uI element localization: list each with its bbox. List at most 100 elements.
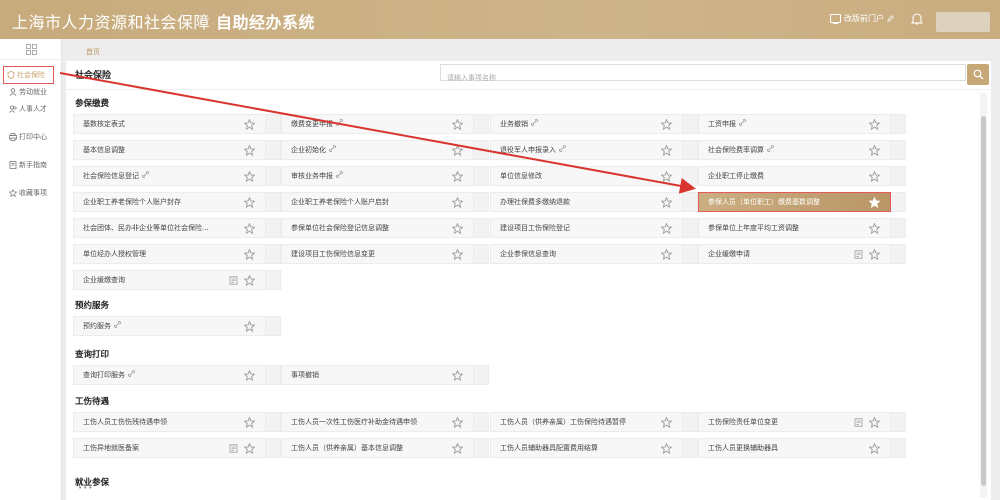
service-tile[interactable]: 企业缓缴申请: [698, 244, 891, 264]
service-tile[interactable]: 工伤人员（供养亲属）工伤保险待遇暂停: [490, 412, 683, 432]
star-icon[interactable]: [244, 274, 255, 286]
breadcrumb[interactable]: 首页: [86, 47, 100, 57]
service-tile[interactable]: 工伤人员一次性工伤医疗补助金待遇申领: [281, 412, 474, 432]
star-icon[interactable]: [452, 118, 463, 130]
star-icon[interactable]: [244, 196, 255, 208]
tile-spacer: [266, 218, 281, 238]
sidebar-item-guide[interactable]: 新手指南: [9, 158, 47, 172]
tile-spacer: [891, 412, 906, 432]
service-tile[interactable]: 缴费变更申报: [281, 114, 474, 134]
star-icon[interactable]: [244, 442, 255, 454]
service-tile[interactable]: 参保单位上年度平均工资调整: [698, 218, 891, 238]
search-box[interactable]: [440, 64, 966, 86]
star-icon[interactable]: [244, 170, 255, 182]
star-icon[interactable]: [452, 369, 463, 381]
search-input[interactable]: [441, 70, 965, 86]
document-icon[interactable]: [229, 275, 238, 285]
star-icon[interactable]: [244, 118, 255, 130]
star-icon[interactable]: [452, 144, 463, 156]
star-icon[interactable]: [452, 222, 463, 234]
sidebar-item-employment[interactable]: 劳动就业: [9, 85, 47, 99]
star-icon[interactable]: [244, 320, 255, 332]
service-tile[interactable]: 业务撤销: [490, 114, 683, 134]
star-icon[interactable]: [661, 222, 672, 234]
service-tile[interactable]: 企业缓缴查询: [73, 270, 266, 290]
service-tile[interactable]: 社会团体、民办非企业等单位社会保险...: [73, 218, 266, 238]
document-icon[interactable]: [854, 417, 863, 427]
service-tile[interactable]: 工资申报: [698, 114, 891, 134]
star-icon[interactable]: [661, 248, 672, 260]
star-icon[interactable]: [869, 196, 880, 208]
service-tile[interactable]: 查询打印服务: [73, 365, 266, 385]
service-tile[interactable]: 工伤人员辅助器具配置费用结算: [490, 438, 683, 458]
star-icon[interactable]: [661, 196, 672, 208]
service-tile[interactable]: 办理社保费多缴纳退款: [490, 192, 683, 212]
bell-icon[interactable]: [911, 12, 923, 26]
service-tile[interactable]: 单位信息修改: [490, 166, 683, 186]
star-icon[interactable]: [661, 170, 672, 182]
book-icon: [9, 161, 17, 169]
apps-grid-icon[interactable]: [26, 44, 37, 55]
sidebar-item-social-insurance[interactable]: 社会保险: [3, 66, 54, 84]
service-tile[interactable]: 工伤保险责任单位变更: [698, 412, 891, 432]
star-icon[interactable]: [869, 144, 880, 156]
document-icon[interactable]: [229, 443, 238, 453]
scrollbar-thumb[interactable]: [981, 116, 986, 486]
main-area: 首页 社会保险 参保缴费 基数核定表式缴费变更申报业务撤销工资申报基本信息调整企…: [66, 39, 1000, 500]
service-tile[interactable]: 基数核定表式: [73, 114, 266, 134]
service-tile[interactable]: 企业初始化: [281, 140, 474, 160]
star-icon[interactable]: [869, 248, 880, 260]
star-icon[interactable]: [869, 416, 880, 428]
service-tile[interactable]: 参保单位社会保险登记信息调整: [281, 218, 474, 238]
star-icon[interactable]: [661, 144, 672, 156]
star-icon[interactable]: [244, 248, 255, 260]
service-tile[interactable]: 企业参保信息查询: [490, 244, 683, 264]
service-tile[interactable]: 工伤人员（供养亲属）基本信息调整: [281, 438, 474, 458]
service-tile[interactable]: 事项撤销: [281, 365, 474, 385]
star-icon[interactable]: [869, 442, 880, 454]
link-icon: [336, 119, 343, 126]
service-tile[interactable]: 企业职工养老保险个人账户封存: [73, 192, 266, 212]
service-tile[interactable]: 社会保险费率调算: [698, 140, 891, 160]
star-icon[interactable]: [452, 248, 463, 260]
star-icon[interactable]: [661, 118, 672, 130]
sidebar-item-print-center[interactable]: 打印中心: [9, 130, 47, 144]
service-tile[interactable]: 企业职工停止缴费: [698, 166, 891, 186]
service-tile[interactable]: 社会保险信息登记: [73, 166, 266, 186]
old-portal-link[interactable]: 改版前门户: [830, 13, 894, 24]
search-button[interactable]: [967, 64, 989, 85]
document-icon[interactable]: [854, 249, 863, 259]
service-tile[interactable]: 建设项目工伤保险信息变更: [281, 244, 474, 264]
service-tile[interactable]: 工伤人员更换辅助器具: [698, 438, 891, 458]
service-tile[interactable]: 企业职工养老保险个人账户启封: [281, 192, 474, 212]
star-icon[interactable]: [452, 170, 463, 182]
star-icon[interactable]: [869, 222, 880, 234]
star-icon[interactable]: [244, 222, 255, 234]
star-icon[interactable]: [244, 144, 255, 156]
sidebar-item-favorites[interactable]: 收藏事项: [9, 186, 47, 200]
service-tile-highlighted[interactable]: 参保人员（单位职工）缴费基数调整: [698, 192, 891, 212]
service-tile[interactable]: 建设项目工伤保险登记: [490, 218, 683, 238]
service-tile[interactable]: 预约服务: [73, 316, 266, 336]
star-icon[interactable]: [244, 416, 255, 428]
star-icon[interactable]: [452, 416, 463, 428]
star-icon[interactable]: [452, 196, 463, 208]
star-icon[interactable]: [869, 170, 880, 182]
star-icon[interactable]: [452, 442, 463, 454]
star-icon[interactable]: [244, 369, 255, 381]
service-tile[interactable]: 工伤异地就医备案: [73, 438, 266, 458]
star-icon[interactable]: [661, 416, 672, 428]
service-tile[interactable]: 审核业务申报: [281, 166, 474, 186]
service-tile[interactable]: 单位经办人授权管理: [73, 244, 266, 264]
tile-spacer: [474, 218, 489, 238]
sidebar-item-personnel[interactable]: 人事人才: [9, 102, 47, 116]
service-tile-label: 工伤保险责任单位变更: [708, 418, 778, 426]
user-avatar[interactable]: [936, 12, 990, 32]
star-icon[interactable]: [869, 118, 880, 130]
service-tile[interactable]: 退役军人申报录入: [490, 140, 683, 160]
tile-spacer: [891, 244, 906, 264]
service-tile[interactable]: 基本信息调整: [73, 140, 266, 160]
star-icon[interactable]: [661, 442, 672, 454]
tile-spacer: [474, 365, 489, 385]
service-tile[interactable]: 工伤人员工伤伤残待遇申领: [73, 412, 266, 432]
